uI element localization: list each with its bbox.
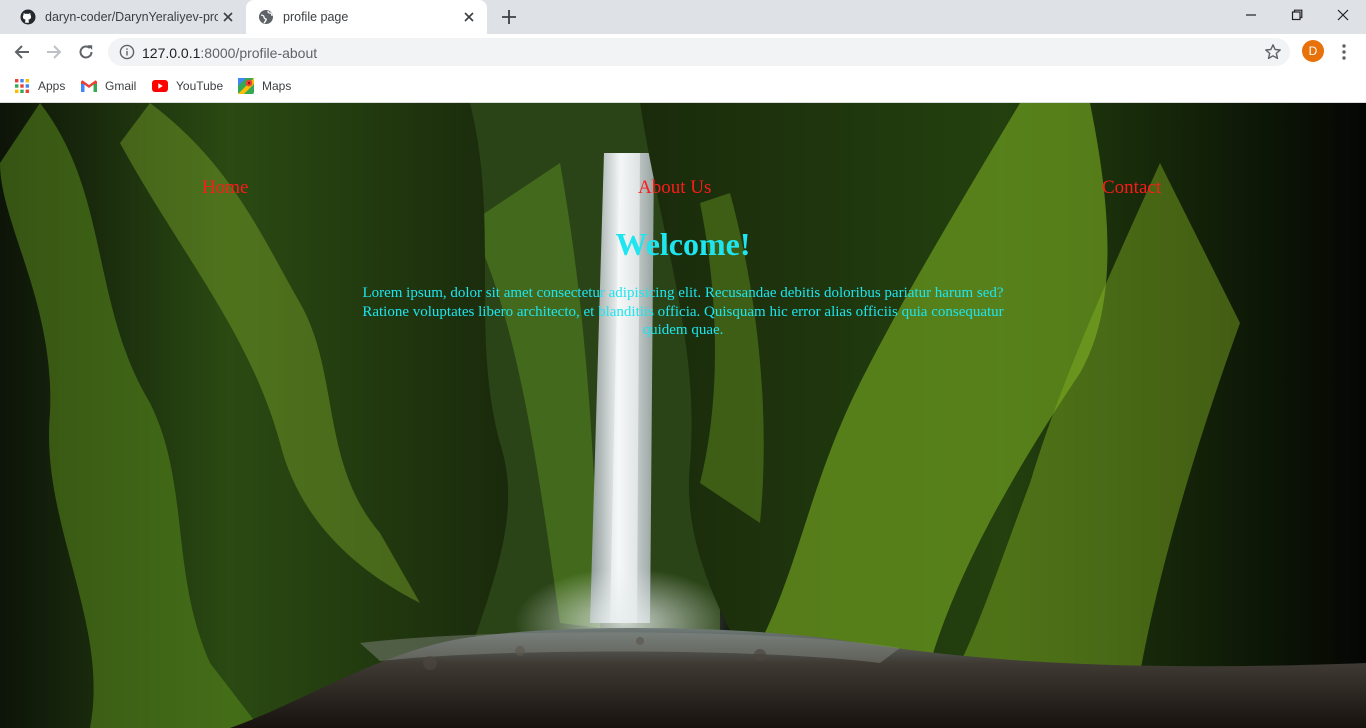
minimize-icon (1246, 14, 1256, 16)
tab-strip: daryn-coder/DarynYeraliyev-profile profi… (0, 0, 1366, 34)
bookmark-label: YouTube (176, 79, 224, 93)
profile-avatar[interactable]: D (1302, 40, 1324, 62)
url-text[interactable]: 127.0.0.1:8000/profile-about (142, 45, 317, 61)
bookmark-gmail[interactable]: Gmail (81, 76, 136, 96)
nav-link-about[interactable]: About Us (638, 177, 711, 199)
maps-icon (238, 78, 254, 94)
tab-title: profile page (283, 10, 349, 24)
bookmark-youtube[interactable]: YouTube (152, 76, 223, 96)
bookmark-label: Apps (38, 79, 66, 93)
nav-link-contact[interactable]: Contact (1102, 177, 1161, 199)
browser-menu-button[interactable] (1334, 40, 1354, 64)
globe-icon (258, 9, 274, 25)
bookmark-label: Gmail (105, 79, 137, 93)
restore-icon (1291, 9, 1303, 21)
url-host: 127.0.0.1 (142, 45, 201, 61)
back-button[interactable] (8, 38, 36, 66)
address-bar[interactable]: 127.0.0.1:8000/profile-about (108, 38, 1290, 66)
bookmark-apps[interactable]: Apps (14, 76, 65, 96)
bookmarks-bar: Apps Gmail YouTube Maps (0, 70, 1366, 103)
tab-profile-page[interactable]: profile page (246, 0, 487, 34)
more-vertical-icon (1342, 44, 1346, 60)
minimize-button[interactable] (1228, 0, 1274, 30)
tab-github-repo[interactable]: daryn-coder/DarynYeraliyev-profile (8, 0, 246, 34)
tab-title: daryn-coder/DarynYeraliyev-profile (45, 10, 218, 24)
bookmark-star-icon[interactable] (1264, 43, 1282, 61)
window-close-button[interactable] (1320, 0, 1366, 30)
reload-button[interactable] (72, 38, 100, 66)
close-icon[interactable] (459, 7, 479, 27)
forward-button[interactable] (40, 38, 68, 66)
close-icon[interactable] (218, 7, 238, 27)
bookmark-maps[interactable]: Maps (238, 76, 291, 96)
new-tab-button[interactable] (497, 6, 521, 28)
intro-paragraph: Lorem ipsum, dolor sit amet consectetur … (362, 285, 1004, 338)
restore-button[interactable] (1274, 0, 1320, 30)
plus-icon (502, 10, 516, 24)
info-icon[interactable] (119, 44, 135, 60)
nav-link-home[interactable]: Home (202, 177, 248, 199)
reload-icon (79, 45, 93, 59)
apps-grid-icon (14, 78, 30, 94)
url-path: :8000/profile-about (200, 45, 318, 61)
gmail-icon (81, 78, 97, 94)
github-icon (20, 9, 36, 25)
page-viewport: Home About Us Contact Welcome! Lorem ips… (0, 103, 1366, 728)
youtube-icon (152, 78, 168, 94)
arrow-right-icon (47, 45, 62, 59)
bookmark-label: Maps (262, 79, 292, 93)
page-heading: Welcome! (615, 226, 751, 262)
browser-toolbar: 127.0.0.1:8000/profile-about (0, 34, 1366, 70)
arrow-left-icon (14, 45, 29, 59)
close-icon (1337, 9, 1349, 21)
